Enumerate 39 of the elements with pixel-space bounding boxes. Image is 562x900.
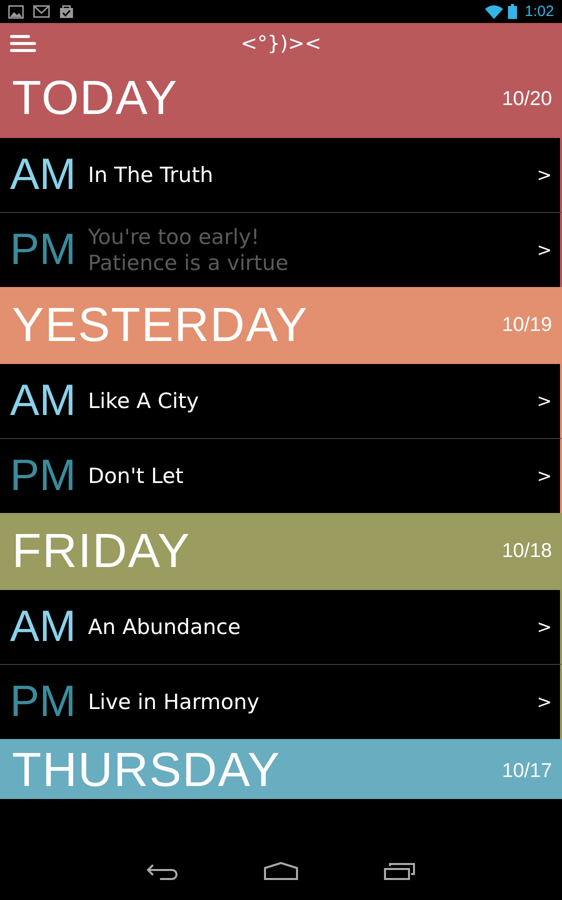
entry-title: You're too early! Patience is a virtue	[88, 224, 290, 276]
menu-icon[interactable]	[10, 32, 36, 54]
entry-row[interactable]: PM Live in Harmony >	[0, 664, 562, 739]
day-date: 10/19	[502, 314, 552, 337]
entry-title: Like A City	[88, 388, 200, 414]
battery-icon	[508, 4, 517, 19]
chevron-icon: >	[536, 390, 560, 412]
recent-apps-icon[interactable]	[384, 862, 416, 880]
home-icon[interactable]	[264, 862, 298, 880]
day-date: 10/18	[502, 540, 552, 563]
day-title: THURSDAY	[12, 743, 280, 799]
wifi-icon	[484, 4, 503, 18]
day-title: YESTERDAY	[12, 298, 308, 354]
period-label: AM	[9, 602, 77, 652]
day-title: TODAY	[12, 71, 178, 127]
day-date: 10/20	[502, 88, 552, 110]
period-label: AM	[9, 376, 77, 426]
chevron-icon: >	[536, 240, 560, 260]
back-icon[interactable]	[146, 862, 178, 880]
day-title: FRIDAY	[12, 524, 190, 580]
entry-row[interactable]: PM Don't Let >	[0, 438, 562, 513]
chevron-icon: >	[536, 692, 560, 712]
day-date: 10/17	[502, 760, 552, 782]
chevron-icon: >	[536, 616, 560, 638]
entry-title: Live in Harmony	[88, 689, 260, 715]
chevron-icon: >	[536, 466, 560, 486]
shopping-bag-icon	[59, 4, 74, 19]
gallery-icon	[8, 4, 24, 18]
app-logo: <°})><	[240, 31, 322, 55]
period-label: AM	[9, 150, 77, 200]
mail-icon	[33, 5, 50, 18]
clock-time: 1:02	[524, 3, 554, 20]
chevron-icon: >	[536, 164, 560, 186]
entry-title: An Abundance	[88, 614, 242, 640]
period-label: PM	[9, 451, 77, 501]
entry-title: Don't Let	[88, 463, 184, 489]
period-label: PM	[9, 225, 77, 275]
entry-title: In The Truth	[88, 162, 214, 188]
period-label: PM	[9, 677, 77, 727]
